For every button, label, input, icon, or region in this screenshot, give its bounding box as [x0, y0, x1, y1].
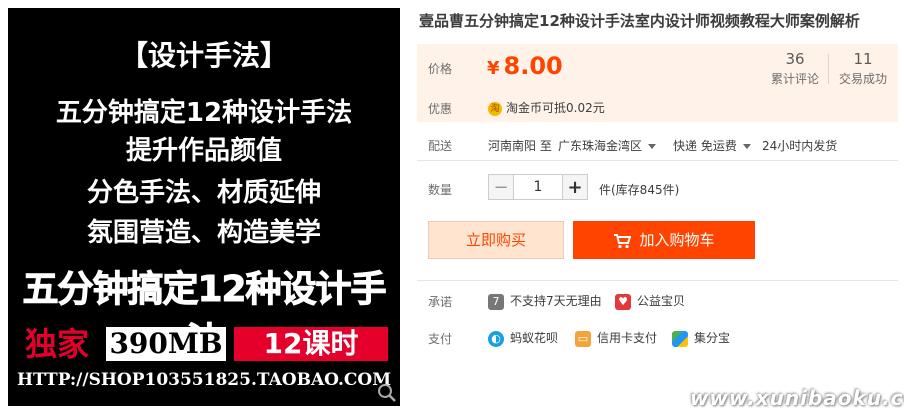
delivery-method-select[interactable]: 快递 免运费 — [673, 137, 751, 154]
product-title: 壹品曹五分钟搞定12种设计手法室内设计师视频教程大师案例解析 — [419, 12, 860, 30]
price-panel: 价格 ¥8.00 36 累计评论 11 交易成功 — [417, 44, 898, 90]
chevron-down-icon — [742, 144, 751, 149]
product-image[interactable]: 【设计手法】 五分钟搞定12种设计手法 提升作品颜值 分色手法、材质延伸 氛围营… — [8, 8, 400, 406]
charity-heart-icon: ♥ — [615, 293, 631, 310]
promise-charity[interactable]: ♥ 公益宝贝 — [615, 292, 685, 310]
badge-size: 390MB — [106, 327, 226, 361]
seven-day-icon: 7 — [488, 293, 504, 310]
delivery-destination-select[interactable]: 广东珠海金湾区 — [558, 137, 657, 154]
quantity-label: 数量 — [428, 183, 453, 197]
reviews-stat[interactable]: 36 累计评论 — [760, 50, 830, 87]
ship-time: 24小时内发货 — [762, 139, 838, 153]
price-value: ¥8.00 — [487, 52, 563, 80]
jifenbao-icon — [672, 330, 688, 347]
payment-jifenbao-text: 集分宝 — [694, 331, 731, 345]
promo-row: 淘淘金币可抵0.02元 — [488, 99, 605, 116]
huabei-icon: ◐ — [488, 330, 504, 347]
chevron-down-icon — [648, 144, 657, 149]
promo-text: 淘金币可抵0.02元 — [506, 101, 605, 115]
price-label: 价格 — [428, 62, 453, 76]
payment-huabei[interactable]: ◐ 蚂蚁花呗 — [488, 329, 558, 347]
promise-no-return[interactable]: 7 不支持7天无理由 — [488, 292, 602, 310]
promo-label: 优惠 — [428, 102, 453, 116]
badge-exclusive: 独家 — [14, 323, 100, 365]
promo-panel: 优惠 淘淘金币可抵0.02元 — [417, 90, 898, 122]
image-line-2: 五分钟搞定12种设计手法 — [55, 98, 353, 128]
divider — [417, 160, 898, 161]
divider — [417, 280, 898, 281]
cart-icon — [614, 233, 632, 248]
currency-symbol: ¥ — [487, 58, 500, 79]
watermark: www.xunibaoku.com — [690, 386, 904, 410]
image-headline: 【设计手法】 — [119, 39, 288, 72]
zoom-icon[interactable] — [376, 382, 398, 404]
payment-credit-card-text: 信用卡支付 — [597, 331, 658, 345]
image-line-5: 氛围营造、构造美学 — [86, 218, 321, 248]
buy-now-button[interactable]: 立即购买 — [428, 221, 564, 259]
deals-count: 11 — [853, 50, 873, 68]
payment-jifenbao[interactable]: 集分宝 — [672, 329, 730, 347]
delivery-destination: 广东珠海金湾区 — [558, 139, 643, 153]
delivery-from: 河南南阳 至 — [488, 139, 552, 153]
promise-no-return-text: 不支持7天无理由 — [510, 294, 602, 308]
quantity-plus-button[interactable]: + — [562, 174, 588, 200]
quantity-input[interactable]: 1 — [514, 174, 562, 200]
image-line-3: 提升作品颜值 — [125, 136, 282, 166]
stock-text: 件(库存845件) — [599, 183, 680, 197]
payment-label: 支付 — [428, 332, 453, 346]
delivery-label: 配送 — [428, 139, 453, 153]
quantity-minus-button[interactable]: − — [488, 174, 514, 200]
price-amount: 8.00 — [503, 52, 563, 80]
delivery-method: 快递 免运费 — [673, 139, 737, 153]
promise-label: 承诺 — [428, 295, 453, 309]
image-line-4: 分色手法、材质延伸 — [86, 178, 321, 208]
payment-huabei-text: 蚂蚁花呗 — [510, 331, 559, 345]
payment-credit-card[interactable]: ▭ 信用卡支付 — [575, 329, 657, 347]
image-badge-strip: 独家 390MB 12课时 — [14, 323, 394, 365]
credit-card-icon: ▭ — [575, 330, 591, 347]
add-to-cart-button[interactable]: 加入购物车 — [573, 221, 755, 259]
add-to-cart-label: 加入购物车 — [639, 231, 715, 249]
reviews-count: 36 — [785, 50, 805, 68]
reviews-label: 累计评论 — [770, 72, 819, 86]
promise-charity-text: 公益宝贝 — [637, 294, 686, 308]
badge-hours: 12课时 — [234, 327, 388, 361]
taojinbi-coin-icon: 淘 — [488, 101, 502, 116]
deals-stat: 11 交易成功 — [828, 50, 898, 87]
deals-label: 交易成功 — [838, 72, 887, 86]
image-shop-url: HTTP://SHOP103551825.TAOBAO.COM — [16, 370, 392, 390]
